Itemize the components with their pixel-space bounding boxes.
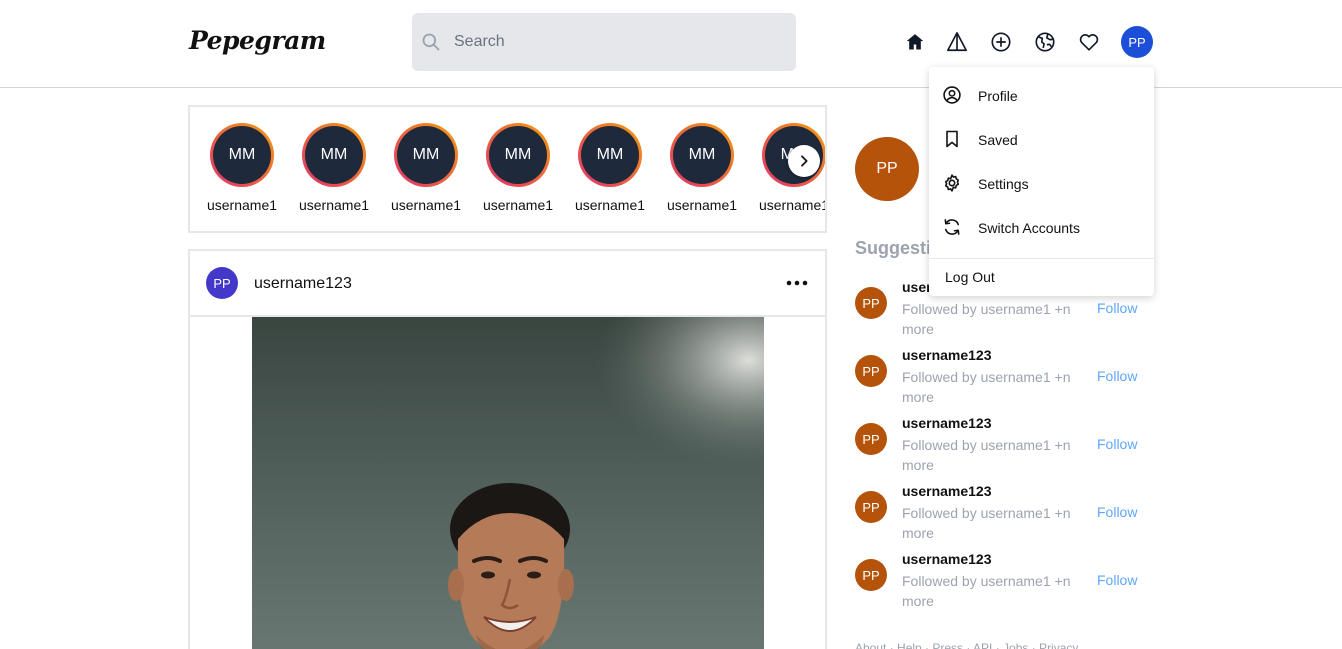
story-item[interactable]: MM username1 xyxy=(662,123,742,213)
story-item[interactable]: MM username1 xyxy=(478,123,558,213)
bookmark-icon xyxy=(946,130,958,148)
suggestion-avatar[interactable]: PP xyxy=(855,355,887,387)
menu-item-switch-accounts[interactable]: Switch Accounts xyxy=(929,207,1154,251)
story-avatar: MM xyxy=(213,126,271,184)
footer-links[interactable]: About · Help · Press · API · Jobs · Priv… xyxy=(855,641,1078,649)
more-options-icon[interactable] xyxy=(785,275,809,291)
logout-button[interactable]: Log Out xyxy=(945,269,995,285)
current-user-avatar[interactable]: PP xyxy=(855,137,919,201)
story-ring: MM xyxy=(302,123,366,187)
suggestion-subtitle: Followed by username1 +n more xyxy=(902,505,1071,541)
story-avatar: MM xyxy=(489,126,547,184)
post-header: PP username123 xyxy=(190,251,825,317)
story-ring: MM xyxy=(486,123,550,187)
story-item[interactable]: MM username1 xyxy=(202,123,282,213)
stories-next-button[interactable] xyxy=(788,145,820,177)
app-logo[interactable]: Pepegram xyxy=(189,26,326,55)
menu-item-profile[interactable]: Profile xyxy=(929,75,1154,119)
follow-button[interactable]: Follow xyxy=(1097,572,1137,588)
explore-icon[interactable] xyxy=(945,30,969,54)
stories-carousel: MM username1 MM username1 MM username1 M… xyxy=(188,105,827,233)
story-ring: MM xyxy=(210,123,274,187)
suggestion-avatar[interactable]: PP xyxy=(855,423,887,455)
settings-gear-icon xyxy=(944,174,960,192)
story-username: username1 xyxy=(758,197,827,213)
story-avatar: MM xyxy=(673,126,731,184)
story-username: username1 xyxy=(482,197,554,213)
suggestion-username[interactable]: username123 xyxy=(902,347,992,363)
story-username: username1 xyxy=(574,197,646,213)
profile-dropdown-menu: Profile Saved Settings Switch Accounts L… xyxy=(929,67,1154,296)
story-item[interactable]: MM username1 xyxy=(386,123,466,213)
search-input[interactable] xyxy=(454,13,784,71)
suggestion-avatar[interactable]: PP xyxy=(855,559,887,591)
switch-refresh-icon xyxy=(944,219,960,235)
story-avatar: MM xyxy=(581,126,639,184)
heart-icon[interactable] xyxy=(1077,30,1101,54)
follow-button[interactable]: Follow xyxy=(1097,504,1137,520)
profile-avatar-button[interactable]: PP xyxy=(1121,26,1153,58)
story-avatar: MM xyxy=(397,126,455,184)
search-icon xyxy=(422,33,440,51)
menu-divider xyxy=(929,258,1154,259)
suggestion-item: PP username123 Followed by username1 +n … xyxy=(855,347,1155,407)
feed-post: PP username123 xyxy=(188,249,827,649)
suggestion-item: PP username123 Followed by username1 +n … xyxy=(855,415,1155,475)
suggestion-username[interactable]: username123 xyxy=(902,415,992,431)
post-author-avatar[interactable]: PP xyxy=(206,267,238,299)
suggestion-subtitle: Followed by username1 +n more xyxy=(902,301,1071,337)
follow-button[interactable]: Follow xyxy=(1097,300,1137,316)
create-icon[interactable] xyxy=(989,30,1013,54)
search-box[interactable] xyxy=(412,13,796,71)
menu-item-label: Saved xyxy=(978,132,1018,148)
menu-item-saved[interactable]: Saved xyxy=(929,119,1154,163)
story-username: username1 xyxy=(206,197,278,213)
user-circle-icon xyxy=(943,86,961,104)
story-ring: MM xyxy=(578,123,642,187)
story-avatar: MM xyxy=(305,126,363,184)
story-item[interactable]: MM username1 xyxy=(570,123,650,213)
post-author-username[interactable]: username123 xyxy=(254,275,352,293)
suggestion-username[interactable]: username123 xyxy=(902,483,992,499)
suggestion-subtitle: Followed by username1 +n more xyxy=(902,437,1071,473)
suggestion-avatar[interactable]: PP xyxy=(855,287,887,319)
suggestion-item: PP username123 Followed by username1 +n … xyxy=(855,551,1155,611)
suggestion-item: PP username123 Followed by username1 +n … xyxy=(855,483,1155,543)
story-username: username1 xyxy=(298,197,370,213)
story-ring: MM xyxy=(394,123,458,187)
story-ring: MM xyxy=(670,123,734,187)
suggestion-subtitle: Followed by username1 +n more xyxy=(902,573,1071,609)
story-username: username1 xyxy=(666,197,738,213)
follow-button[interactable]: Follow xyxy=(1097,368,1137,384)
follow-button[interactable]: Follow xyxy=(1097,436,1137,452)
menu-item-settings[interactable]: Settings xyxy=(929,163,1154,207)
chevron-right-icon xyxy=(801,155,808,167)
menu-item-label: Profile xyxy=(978,88,1018,104)
suggestion-avatar[interactable]: PP xyxy=(855,491,887,523)
suggestion-username[interactable]: username123 xyxy=(902,551,992,567)
menu-item-label: Switch Accounts xyxy=(978,220,1080,236)
post-image[interactable] xyxy=(252,317,764,649)
story-username: username1 xyxy=(390,197,462,213)
suggestion-subtitle: Followed by username1 +n more xyxy=(902,369,1071,405)
globe-icon[interactable] xyxy=(1033,30,1057,54)
story-item[interactable]: MM username1 xyxy=(294,123,374,213)
home-icon[interactable] xyxy=(903,30,927,54)
menu-item-label: Settings xyxy=(978,176,1029,192)
